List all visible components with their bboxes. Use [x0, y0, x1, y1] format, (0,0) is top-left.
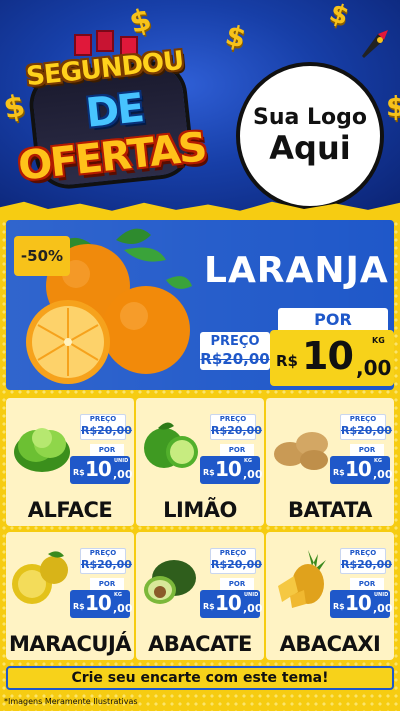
new-price-box: R$ 10 ,00 KG — [330, 456, 393, 484]
new-price-box: R$ 10 ,00 UNID — [200, 590, 263, 618]
product-card-abacate[interactable]: PREÇO R$20,00 POR R$ 10 ,00 UNID ABACATE — [136, 532, 264, 660]
price-unit: UNID — [374, 592, 389, 598]
store-logo-placeholder[interactable]: Sua Logo Aqui — [236, 62, 384, 210]
new-price-cents: ,00 — [356, 356, 392, 380]
new-price-integer: 10 — [345, 591, 372, 615]
old-price-box: PREÇO R$20,00 — [200, 332, 270, 370]
new-price-integer: 10 — [345, 457, 372, 481]
old-price-box: PREÇO R$20,00 — [340, 414, 392, 440]
product-name: MARACUJÁ — [8, 632, 132, 656]
currency-symbol: R$ — [333, 468, 345, 477]
product-card-maracuja[interactable]: PREÇO R$20,00 POR R$ 10 ,00 KG MARACUJÁ — [6, 532, 134, 660]
product-card-limao[interactable]: PREÇO R$20,00 POR R$ 10 ,00 KG LIMÃO — [136, 398, 264, 526]
old-price-value: R$20,00 — [81, 424, 132, 437]
currency-symbol: R$ — [73, 468, 85, 477]
new-price-box: R$ 10 ,00 KG — [270, 330, 394, 386]
price-unit: KG — [244, 458, 252, 464]
old-price-label: PREÇO — [349, 549, 377, 557]
dollar-icon: $ — [386, 90, 400, 123]
new-price-label: POR — [220, 444, 254, 456]
dollar-icon: $ — [222, 18, 250, 55]
new-price-label: POR — [350, 444, 384, 456]
new-price-cents: ,00 — [243, 468, 263, 481]
old-price-label: PREÇO — [349, 415, 377, 423]
price-unit: UNID — [114, 458, 129, 464]
old-price-label: PREÇO — [89, 415, 117, 423]
currency-symbol: R$ — [203, 602, 215, 611]
product-name: BATATA — [288, 498, 372, 522]
old-price-label: PREÇO — [219, 549, 247, 557]
product-name: ABACATE — [148, 632, 252, 656]
old-price-label: PREÇO — [210, 334, 260, 349]
price-unit: UNID — [244, 592, 259, 598]
old-price-value: R$20,00 — [211, 424, 262, 437]
product-card-abacaxi[interactable]: PREÇO R$20,00 POR R$ 10 ,00 UNID ABACAXI — [266, 532, 394, 660]
price-unit: KG — [114, 592, 122, 598]
disclaimer-text: *Imagens Meramente Ilustrativas — [4, 697, 138, 706]
new-price-label: POR — [350, 578, 384, 590]
new-price-integer: 10 — [302, 334, 354, 378]
new-price-cents: ,00 — [243, 602, 263, 615]
potato-image — [274, 432, 328, 470]
passion-fruit-image — [12, 551, 68, 604]
old-price-value: R$20,00 — [341, 558, 392, 571]
cta-banner[interactable]: Crie seu encarte com este tema! — [6, 666, 394, 690]
old-price-box: PREÇO R$20,00 — [210, 548, 262, 574]
old-price-value: R$20,00 — [341, 424, 392, 437]
price-unit: KG — [372, 336, 385, 345]
currency-symbol: R$ — [333, 602, 345, 611]
new-price-integer: 10 — [215, 457, 242, 481]
logo-text-line-1: Sua Logo — [252, 105, 367, 131]
new-price-label: POR — [90, 444, 124, 456]
old-price-value: R$20,00 — [81, 558, 132, 571]
lime-image — [144, 422, 198, 468]
new-price-integer: 10 — [215, 591, 242, 615]
new-price-label: POR — [220, 578, 254, 590]
logo-text-line-2: Aqui — [269, 128, 351, 167]
gift-icon — [96, 30, 114, 52]
new-price-cents: ,00 — [373, 468, 393, 481]
old-price-box: PREÇO R$20,00 — [80, 548, 132, 574]
old-price-box: PREÇO R$20,00 — [210, 414, 262, 440]
pineapple-image — [278, 550, 326, 608]
discount-badge: -50% — [14, 236, 70, 276]
old-price-label: PREÇO — [89, 549, 117, 557]
new-price-cents: ,00 — [373, 602, 393, 615]
new-price-cents: ,00 — [113, 602, 133, 615]
campaign-title: SEGUNDOU DE OFERTAS — [16, 30, 216, 200]
new-price-label: POR — [278, 308, 388, 332]
rocket-icon — [362, 30, 388, 58]
lettuce-image — [14, 428, 70, 472]
new-price-box: R$ 10 ,00 KG — [70, 590, 133, 618]
product-card-alface[interactable]: PREÇO R$20,00 POR R$ 10 ,00 UNID ALFACE — [6, 398, 134, 526]
old-price-box: PREÇO R$20,00 — [80, 414, 132, 440]
old-price-value: R$20,00 — [211, 558, 262, 571]
new-price-integer: 10 — [85, 591, 112, 615]
currency-symbol: R$ — [203, 468, 215, 477]
old-price-value: R$20,00 — [200, 350, 270, 368]
featured-offer-card[interactable]: -50% LARANJA PREÇO R$20,00 POR R$ 10 ,00… — [6, 220, 394, 390]
product-name: ABACAXI — [279, 632, 381, 656]
currency-symbol: R$ — [73, 602, 85, 611]
new-price-box: R$ 10 ,00 UNID — [70, 456, 133, 484]
product-name: ALFACE — [27, 498, 113, 522]
old-price-label: PREÇO — [219, 415, 247, 423]
header-banner: $ $ $ $ $ SEGUNDOU DE OFERTAS Sua Logo A… — [0, 0, 400, 212]
featured-product-name: LARANJA — [204, 250, 389, 291]
price-unit: KG — [374, 458, 382, 464]
new-price-label: POR — [90, 578, 124, 590]
avocado-image — [144, 560, 196, 604]
title-line-2: DE — [83, 85, 145, 137]
new-price-integer: 10 — [85, 457, 112, 481]
new-price-box: R$ 10 ,00 UNID — [330, 590, 393, 618]
old-price-box: PREÇO R$20,00 — [340, 548, 392, 574]
product-card-batata[interactable]: PREÇO R$20,00 POR R$ 10 ,00 KG BATATA — [266, 398, 394, 526]
currency-symbol: R$ — [276, 352, 298, 370]
dollar-icon: $ — [325, 0, 353, 33]
product-name: LIMÃO — [163, 498, 237, 522]
new-price-cents: ,00 — [113, 468, 133, 481]
new-price-box: R$ 10 ,00 KG — [200, 456, 263, 484]
gift-icon — [74, 34, 92, 56]
